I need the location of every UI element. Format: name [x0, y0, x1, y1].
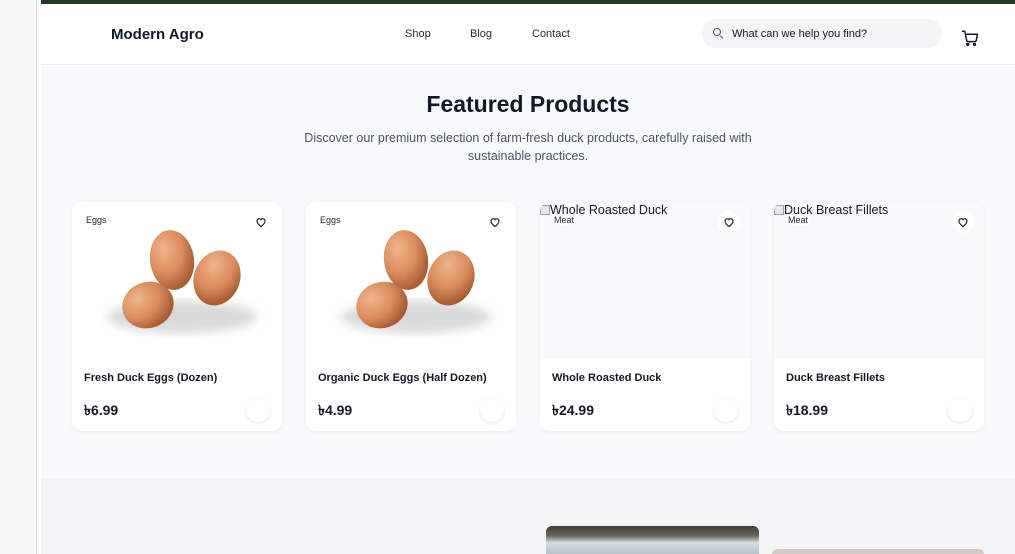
featured-section: Featured Products Discover our premium s…	[41, 66, 1015, 479]
product-name[interactable]: Fresh Duck Eggs (Dozen)	[84, 372, 217, 384]
product-card[interactable]: Eggs Organic Duck Eggs (Half Dozen) ৳4.9…	[306, 202, 516, 431]
cart-icon[interactable]	[961, 29, 979, 47]
category-badge: Eggs	[318, 215, 343, 225]
product-price: ৳24.99	[552, 402, 595, 418]
add-to-cart-button[interactable]	[948, 398, 972, 422]
add-to-cart-button[interactable]	[714, 398, 738, 422]
section-subtitle: Discover our premium selection of farm-f…	[304, 131, 752, 163]
category-badge: Eggs	[84, 215, 109, 225]
product-card[interactable]: Eggs Fresh Duck Eggs (Dozen) ৳6.99	[72, 202, 282, 431]
product-price: ৳6.99	[84, 402, 119, 418]
search-input[interactable]	[732, 27, 932, 40]
broken-image-icon	[774, 205, 784, 215]
nav-link-contact[interactable]: Contact	[532, 28, 570, 40]
category-badge: Meat	[786, 215, 811, 225]
add-to-cart-button[interactable]	[246, 398, 270, 422]
heart-icon[interactable]	[484, 211, 506, 233]
add-to-cart-button[interactable]	[480, 398, 504, 422]
product-card[interactable]: Duck Breast Fillets Meat Duck Breast Fil…	[774, 202, 984, 431]
heart-icon[interactable]	[250, 211, 272, 233]
feature-photo	[546, 526, 759, 554]
heart-icon[interactable]	[718, 211, 740, 233]
product-price: ৳4.99	[318, 402, 353, 418]
nav-link-blog[interactable]: Blog	[470, 28, 492, 40]
search-icon	[713, 28, 724, 39]
section-title: Featured Products	[426, 91, 630, 117]
logo[interactable]: Modern Agro	[111, 26, 204, 43]
nav-link-shop[interactable]: Shop	[405, 28, 431, 40]
panel-edge[interactable]	[0, 0, 37, 554]
heart-icon[interactable]	[952, 211, 974, 233]
product-name[interactable]: Duck Breast Fillets	[786, 372, 885, 384]
site-header: Modern Agro Shop Blog Contact	[41, 4, 1015, 65]
product-name[interactable]: Organic Duck Eggs (Half Dozen)	[318, 372, 487, 384]
page: Modern Agro Shop Blog Contact Featured P…	[41, 0, 1015, 554]
product-price: ৳18.99	[786, 402, 829, 418]
product-name[interactable]: Whole Roasted Duck	[552, 372, 661, 384]
product-card[interactable]: Whole Roasted Duck Meat Whole Roasted Du…	[540, 202, 750, 431]
lower-section	[41, 479, 1015, 554]
broken-image-icon	[540, 205, 550, 215]
feature-photo	[772, 549, 984, 554]
category-badge: Meat	[552, 215, 577, 225]
search-box[interactable]	[702, 19, 942, 48]
